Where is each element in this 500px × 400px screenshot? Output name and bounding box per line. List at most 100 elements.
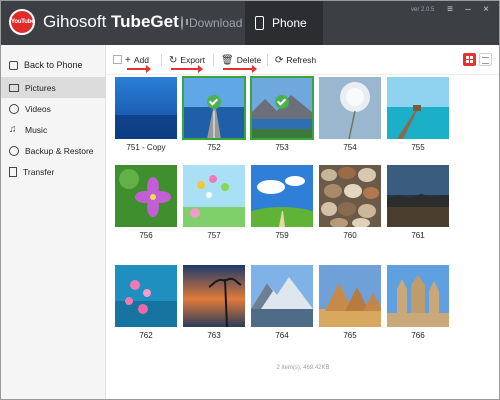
photo-thumbnail: [183, 265, 245, 327]
photo-thumbnail: [319, 77, 381, 139]
photo-thumbnail: [319, 165, 381, 227]
photo-tile[interactable]: 761: [387, 165, 449, 253]
photo-tile[interactable]: 764: [251, 265, 313, 353]
photo-caption: 755: [411, 143, 425, 152]
photo-tile[interactable]: 765: [319, 265, 381, 353]
sidebar-item-transfer[interactable]: Transfer: [1, 161, 105, 182]
photo-caption: 752: [207, 143, 221, 152]
photo-thumbnail: [115, 265, 177, 327]
photo-thumbnail: [387, 165, 449, 227]
app-title: Gihosoft TubeGet: [43, 12, 179, 32]
grid-view-button[interactable]: [463, 53, 476, 66]
photo-caption: 759: [275, 231, 289, 240]
sidebar-item-label: Transfer: [23, 166, 55, 177]
photo-caption: 765: [343, 331, 357, 340]
photo-caption: 754: [343, 143, 357, 152]
youtube-logo-icon: YouTube: [9, 9, 35, 35]
photo-tile[interactable]: 757: [183, 165, 245, 253]
photo-tile[interactable]: 763: [183, 265, 245, 353]
photo-thumbnail: [387, 265, 449, 327]
annotation-arrow: [127, 65, 151, 73]
photo-thumbnail: [115, 77, 177, 139]
window-controls: ≡ – ×: [445, 5, 491, 15]
refresh-button[interactable]: ⟳ Refresh: [275, 53, 316, 67]
select-all-checkbox[interactable]: [113, 55, 122, 64]
back-to-phone-label: Back to Phone: [24, 60, 83, 70]
download-icon: [181, 16, 188, 30]
tab-download-label: Download: [189, 16, 243, 30]
list-view-button[interactable]: [479, 53, 492, 66]
photo-caption: 751 - Copy: [126, 143, 166, 152]
trash-icon: 🗑: [221, 54, 234, 66]
app-window: YouTube Gihosoft TubeGet Download Phone …: [0, 0, 500, 400]
photo-thumbnail: [182, 76, 246, 140]
photo-grid: 751 - Copy 752 753 754 755 756 757 759 7…: [107, 75, 499, 399]
photo-tile[interactable]: 759: [251, 165, 313, 253]
photo-caption: 763: [207, 331, 221, 340]
toolbar-divider: [161, 54, 162, 66]
sidebar-item-label: Videos: [25, 103, 51, 114]
tab-download[interactable]: Download: [171, 1, 251, 45]
photo-caption: 760: [343, 231, 357, 240]
app-title-part1: Gihosoft: [43, 12, 112, 31]
photo-thumbnail: [387, 77, 449, 139]
photo-thumbnail: [319, 265, 381, 327]
sidebar-item-videos[interactable]: Videos: [1, 98, 105, 119]
transfer-icon: [9, 166, 17, 177]
menu-icon[interactable]: ≡: [445, 5, 455, 15]
photo-tile[interactable]: 751 - Copy: [115, 77, 177, 165]
sidebar-item-music[interactable]: ♫ Music: [1, 119, 105, 140]
tab-phone[interactable]: Phone: [245, 1, 323, 45]
minimize-icon[interactable]: –: [463, 5, 473, 15]
export-icon: ↻: [169, 54, 178, 66]
photo-thumbnail: [115, 165, 177, 227]
photo-tile[interactable]: 752: [182, 76, 246, 165]
photo-thumbnail: [183, 165, 245, 227]
photo-tile[interactable]: 754: [319, 77, 381, 165]
title-bar: YouTube Gihosoft TubeGet Download Phone …: [1, 1, 499, 45]
selected-check-icon: [275, 95, 289, 109]
music-icon: ♫: [9, 123, 17, 135]
plus-icon: +: [125, 54, 131, 66]
add-button-label: Add: [133, 55, 149, 65]
phone-icon: [255, 16, 264, 30]
refresh-icon: ⟳: [275, 54, 284, 66]
photo-caption: 766: [411, 331, 425, 340]
logo-text: YouTube: [11, 19, 35, 25]
back-icon: [9, 60, 18, 70]
photo-thumbnail: [251, 265, 313, 327]
sidebar-item-pictures[interactable]: Pictures: [1, 77, 105, 98]
picture-icon: [9, 83, 19, 92]
export-button-label: Export: [180, 55, 205, 65]
annotation-arrow: [171, 65, 203, 73]
photo-tile[interactable]: 755: [387, 77, 449, 165]
photo-tile[interactable]: 762: [115, 265, 177, 353]
close-icon[interactable]: ×: [481, 5, 491, 15]
toolbar-divider: [213, 54, 214, 66]
photo-caption: 762: [139, 331, 153, 340]
back-to-phone-button[interactable]: Back to Phone: [1, 55, 105, 75]
refresh-button-label: Refresh: [286, 55, 317, 65]
sidebar-item-label: Backup & Restore: [25, 145, 94, 156]
toolbar-divider: [267, 54, 268, 66]
app-title-part2: TubeGet: [111, 12, 179, 31]
photo-tile[interactable]: 766: [387, 265, 449, 353]
photo-caption: 764: [275, 331, 289, 340]
tab-phone-label: Phone: [272, 16, 307, 30]
selected-check-icon: [207, 95, 221, 109]
photo-caption: 753: [275, 143, 289, 152]
toolbar: + Add ↻ Export 🗑 Delete ⟳ Refresh: [107, 45, 499, 75]
photo-caption: 757: [207, 231, 221, 240]
photo-tile[interactable]: 756: [115, 165, 177, 253]
sidebar-item-backup-restore[interactable]: Backup & Restore: [1, 140, 105, 161]
video-icon: [9, 103, 19, 114]
version-label: ver 2.0.5: [411, 7, 435, 13]
photo-caption: 756: [139, 231, 153, 240]
sidebar-item-label: Pictures: [25, 82, 56, 93]
sidebar-item-label: Music: [25, 124, 48, 135]
photo-thumbnail: [250, 76, 314, 140]
photo-tile[interactable]: 760: [319, 165, 381, 253]
photo-caption: 761: [411, 231, 425, 240]
photo-thumbnail: [251, 165, 313, 227]
photo-tile[interactable]: 753: [250, 76, 314, 165]
